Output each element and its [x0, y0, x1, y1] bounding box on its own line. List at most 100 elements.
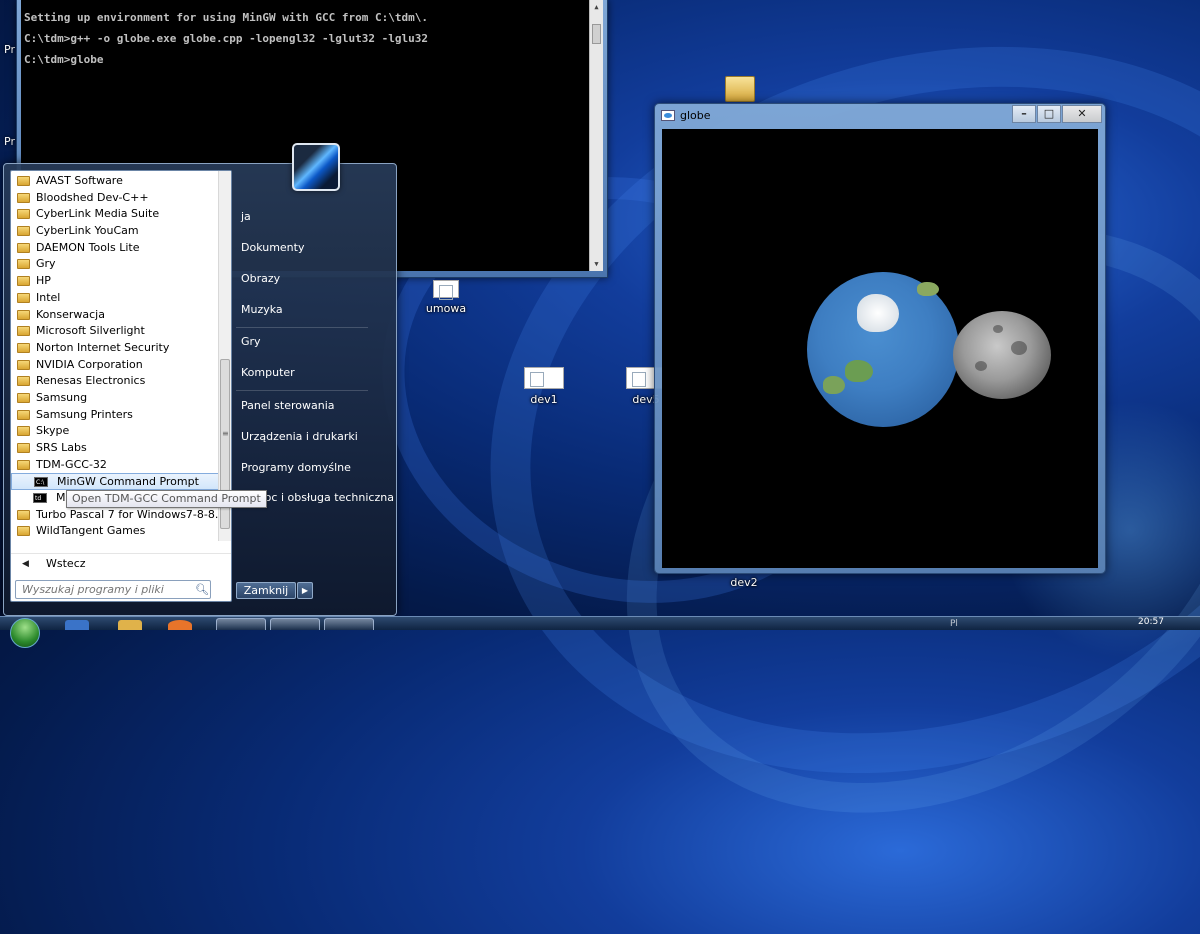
taskbar-globe-button[interactable] [324, 618, 374, 630]
program-item[interactable]: SRS Labs [11, 440, 221, 457]
start-menu[interactable]: AVAST Software Bloodshed Dev-C++ CyberLink… [3, 143, 397, 616]
all-programs-panel[interactable]: AVAST Software Bloodshed Dev-C++ CyberLink… [10, 170, 232, 602]
antarctica-shape [857, 294, 899, 332]
program-item[interactable]: Samsung Printers [11, 407, 221, 424]
taskbar-app-button[interactable] [270, 618, 320, 630]
program-item[interactable]: DAEMON Tools Lite [11, 240, 221, 257]
crater-shape [1011, 341, 1027, 355]
folder-icon [17, 509, 30, 520]
program-item[interactable]: WildTangent Games [11, 523, 221, 540]
search-icon[interactable]: 🔍︎ [195, 583, 209, 596]
close-button[interactable]: ✕ [1062, 105, 1102, 123]
minimize-button[interactable]: – [1012, 105, 1036, 123]
start-item-muzyka[interactable]: Muzyka [241, 303, 283, 316]
desktop-icon-label-partial[interactable]: Pr [4, 43, 15, 56]
program-label: MinGW Command Prompt [57, 475, 199, 489]
program-item[interactable]: Turbo Pascal 7 for Windows7-8-8.1 by T [11, 507, 221, 524]
language-indicator[interactable]: Pl [950, 619, 958, 629]
program-item[interactable]: Konserwacja [11, 307, 221, 324]
shutdown-options-arrow-icon[interactable]: ▶ [297, 582, 313, 599]
folder-desktop-icon[interactable] [725, 76, 755, 102]
taskbar-clock[interactable]: 20:57 [1138, 617, 1164, 627]
folder-icon [17, 526, 30, 537]
program-item[interactable]: Norton Internet Security [11, 340, 221, 357]
program-item[interactable]: Renesas Electronics [11, 373, 221, 390]
program-item[interactable]: Bloodshed Dev-C++ [11, 190, 221, 207]
console-line: Setting up environment for using MinGW w… [24, 11, 428, 24]
start-search-input[interactable] [15, 580, 211, 599]
program-label: Konserwacja [36, 307, 105, 321]
program-item[interactable]: NVIDIA Corporation [11, 357, 221, 374]
program-label: Gry [36, 257, 56, 271]
folder-icon [17, 359, 30, 370]
tdm-icon: td [33, 493, 47, 504]
app-icon [661, 110, 675, 121]
opengl-canvas[interactable] [662, 129, 1098, 568]
start-item-komputer[interactable]: Komputer [241, 366, 295, 379]
back-arrow-icon: ◀ [22, 559, 29, 569]
grip-icon: ≡ [222, 429, 229, 438]
taskbar-explorer-icon[interactable] [65, 620, 89, 630]
maximize-button[interactable]: □ [1037, 105, 1061, 123]
program-item[interactable]: Samsung [11, 390, 221, 407]
console-line: C:\tdm>g++ -o globe.exe globe.cpp -lopen… [24, 32, 428, 45]
program-label: Bloodshed Dev-C++ [36, 190, 149, 204]
back-button[interactable]: ◀ Wstecz [11, 553, 231, 573]
console-scrollbar[interactable]: ▲ ▼ [589, 0, 603, 271]
scroll-up-arrow-icon[interactable]: ▲ [590, 0, 603, 14]
start-item-panel-sterowania[interactable]: Panel sterowania [241, 399, 335, 412]
start-item-programy-domyslne[interactable]: Programy domyślne [241, 461, 351, 474]
program-item[interactable]: C:\ MinGW Command Prompt [11, 473, 221, 491]
program-item[interactable]: Gry [11, 256, 221, 273]
program-item[interactable]: CyberLink Media Suite [11, 206, 221, 223]
shutdown-button[interactable]: Zamknij [236, 582, 296, 599]
start-item-obrazy[interactable]: Obrazy [241, 272, 280, 285]
desktop-icon-umowa[interactable]: umowa [422, 280, 470, 315]
globe-window[interactable]: globe – □ ✕ [654, 103, 1106, 574]
back-label: Wstecz [46, 557, 86, 570]
program-label: Skype [36, 424, 70, 438]
console-line: C:\tdm>globe [24, 53, 104, 66]
programs-scrollbar[interactable]: ≡ [218, 171, 231, 541]
program-item[interactable]: Intel [11, 290, 221, 307]
program-label: WildTangent Games [36, 524, 146, 538]
program-item[interactable]: TDM-GCC-32 [11, 457, 221, 474]
user-picture[interactable] [292, 143, 340, 191]
taskbar-folder-icon[interactable] [118, 620, 142, 630]
folder-icon [17, 192, 30, 203]
program-item[interactable]: CyberLink YouCam [11, 223, 221, 240]
program-label: SRS Labs [36, 441, 87, 454]
desktop-icon-dev2[interactable]: dev2 [720, 576, 768, 589]
folder-icon [17, 376, 30, 387]
cmd-icon: C:\ [34, 477, 48, 488]
program-item[interactable]: Microsoft Silverlight [11, 323, 221, 340]
folder-icon [17, 426, 30, 437]
program-label: Microsoft Silverlight [36, 324, 145, 338]
folder-icon [17, 309, 30, 320]
start-item-ja[interactable]: ja [241, 210, 251, 223]
program-item[interactable]: AVAST Software [11, 173, 221, 190]
document-icon [433, 280, 459, 300]
scroll-down-arrow-icon[interactable]: ▼ [590, 257, 603, 271]
document-icon [524, 367, 564, 389]
folder-icon [17, 392, 30, 403]
start-orb-icon[interactable] [10, 618, 40, 648]
desktop-icon-label-partial[interactable]: Pr [4, 135, 15, 148]
landmass-shape [823, 376, 845, 394]
programs-list: AVAST Software Bloodshed Dev-C++ CyberLink… [11, 173, 221, 540]
program-label: Norton Internet Security [36, 340, 170, 354]
program-item[interactable]: Skype [11, 423, 221, 440]
moon-sphere [953, 311, 1051, 399]
program-label: Samsung Printers [36, 407, 133, 421]
taskbar-browser-icon[interactable] [168, 620, 192, 630]
taskbar-console-button[interactable] [216, 618, 266, 630]
program-label: Intel [36, 290, 61, 304]
start-item-urzadzenia[interactable]: Urządzenia i drukarki [241, 430, 358, 443]
console-scroll-thumb[interactable] [592, 24, 601, 44]
folder-icon [17, 176, 30, 186]
desktop-icon-dev1[interactable]: dev1 [520, 367, 568, 406]
start-item-gry[interactable]: Gry [241, 335, 261, 348]
program-item[interactable]: HP [11, 273, 221, 290]
start-item-dokumenty[interactable]: Dokumenty [241, 241, 304, 254]
program-label: CyberLink Media Suite [36, 207, 160, 221]
